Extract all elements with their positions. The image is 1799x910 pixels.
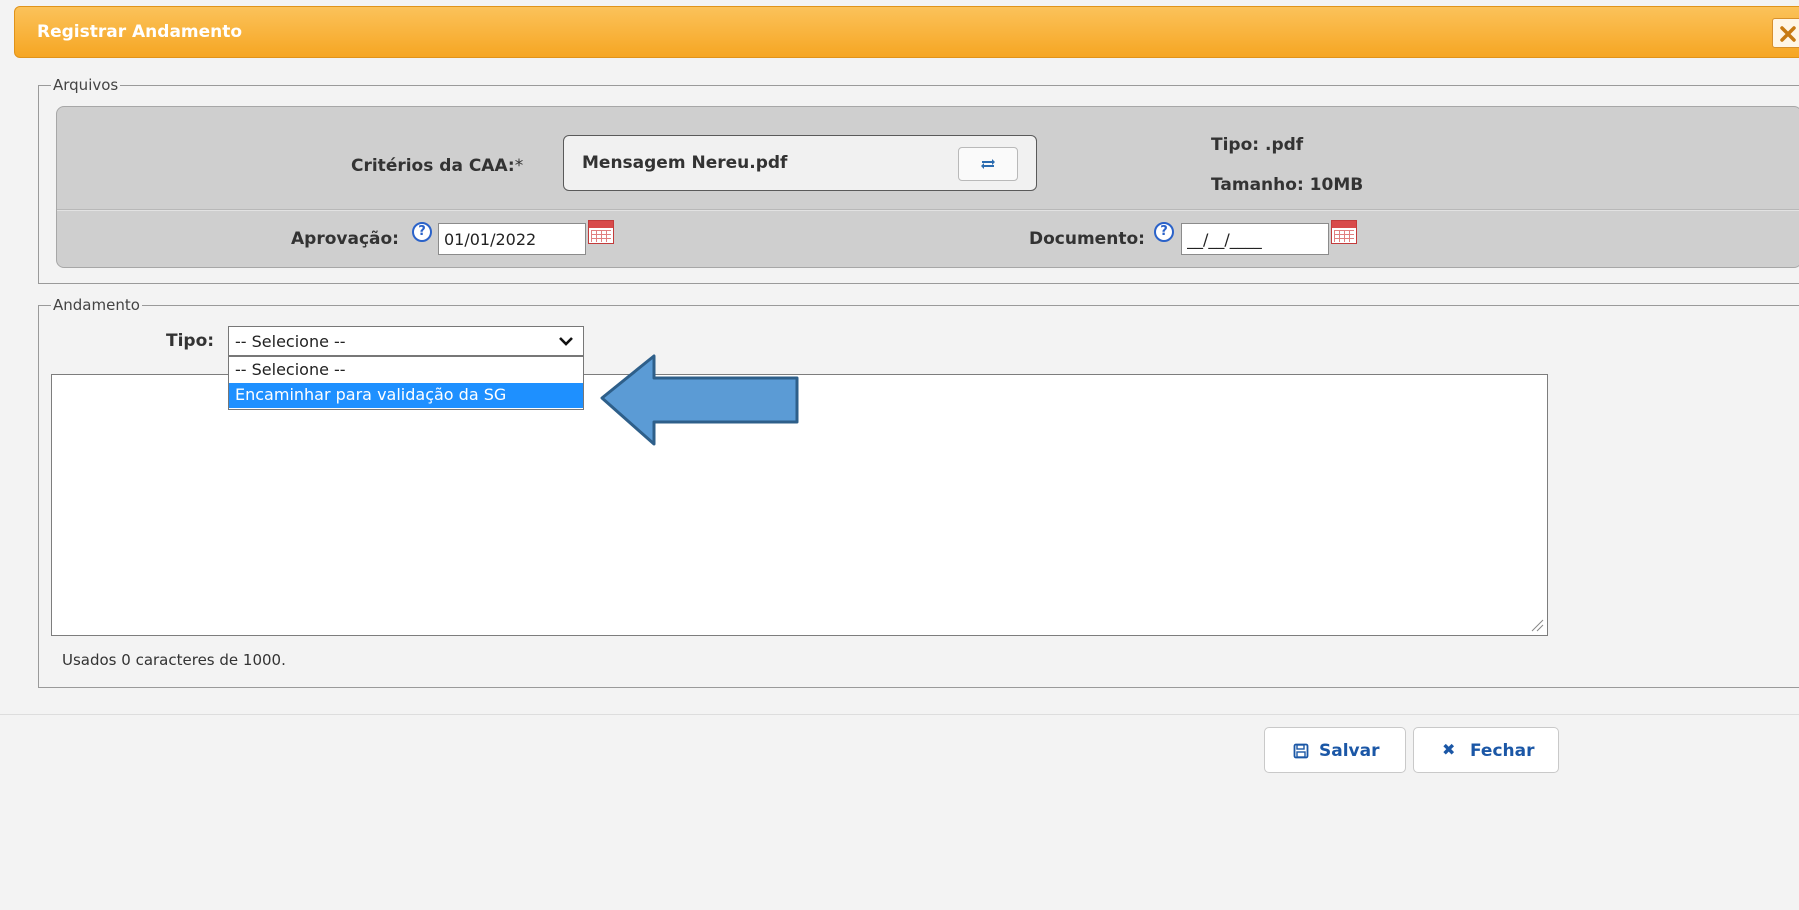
replace-file-button[interactable]	[958, 147, 1018, 181]
file-type-text: Tipo: .pdf	[1211, 135, 1304, 155]
dialog-close-button[interactable]	[1772, 18, 1799, 48]
file-upload-box[interactable]: Mensagem Nereu.pdf	[563, 135, 1037, 191]
arquivos-panel: Critérios da CAA:* Mensagem Nereu.pdf Ti…	[56, 106, 1799, 268]
chevron-down-icon	[559, 337, 573, 346]
documento-date-input[interactable]	[1181, 223, 1329, 255]
dropdown-option[interactable]: -- Selecione --	[229, 358, 583, 383]
tipo-select-value: -- Selecione --	[235, 332, 346, 351]
file-size-text: Tamanho: 10MB	[1211, 175, 1364, 195]
tipo-select[interactable]: -- Selecione --	[228, 326, 584, 356]
aprovacao-help-icon[interactable]: ?	[412, 222, 432, 242]
registrar-andamento-dialog: Registrar Andamento Arquivos Critérios d…	[0, 0, 1799, 910]
character-counter: Usados 0 caracteres de 1000.	[62, 651, 286, 669]
documento-help-icon[interactable]: ?	[1154, 222, 1174, 242]
panel-divider	[57, 209, 1799, 211]
footer-divider	[0, 714, 1799, 715]
andamento-legend: Andamento	[53, 296, 140, 314]
resize-grip-icon[interactable]	[1530, 618, 1544, 632]
dialog-titlebar[interactable]: Registrar Andamento	[14, 6, 1799, 58]
dropdown-option-highlighted[interactable]: Encaminhar para validação da SG	[229, 383, 583, 408]
aprovacao-label: Aprovação:	[291, 229, 399, 249]
documento-label: Documento:	[1029, 229, 1145, 249]
required-marker: *	[514, 156, 524, 176]
aprovacao-calendar-icon[interactable]	[588, 220, 614, 244]
close-icon: ✖	[1442, 740, 1456, 759]
criterios-label-text: Critérios da CAA:	[351, 156, 515, 176]
close-button-label: Fechar	[1470, 741, 1535, 761]
tipo-dropdown-list: -- Selecione -- Encaminhar para validaçã…	[228, 356, 584, 410]
save-button-label: Salvar	[1319, 741, 1380, 761]
close-button[interactable]: ✖ Fechar	[1413, 727, 1559, 773]
tipo-label: Tipo:	[166, 331, 215, 351]
save-button[interactable]: Salvar	[1264, 727, 1406, 773]
andamento-textarea[interactable]	[51, 374, 1548, 636]
documento-calendar-icon[interactable]	[1331, 220, 1357, 244]
aprovacao-date-input[interactable]	[438, 223, 586, 255]
arquivos-legend: Arquivos	[53, 76, 119, 94]
criterios-label: Critérios da CAA:*	[351, 156, 523, 176]
file-name: Mensagem Nereu.pdf	[582, 153, 788, 173]
close-icon	[1780, 26, 1796, 42]
dialog-title: Registrar Andamento	[37, 22, 243, 42]
refresh-icon	[981, 159, 995, 169]
floppy-disk-icon	[1293, 743, 1309, 759]
